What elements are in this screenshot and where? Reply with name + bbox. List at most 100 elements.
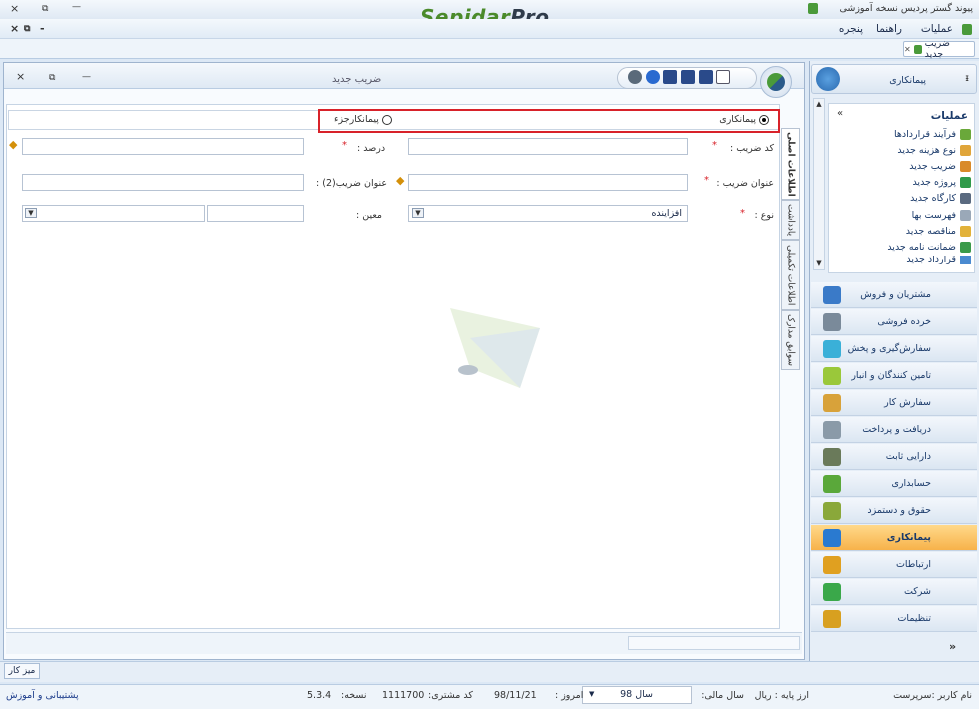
fiscal-year-dropdown-arrow[interactable]: ▼ xyxy=(589,690,594,698)
radio-subcontractor-label: پیمانکارجزء xyxy=(334,114,379,125)
tab-extra-info[interactable]: اطلاعات تکمیلی xyxy=(781,240,800,310)
moin-name-input[interactable] xyxy=(22,205,205,222)
moin-code-input[interactable] xyxy=(207,205,304,222)
moin-dropdown-arrow[interactable]: ▼ xyxy=(25,208,37,218)
ops-scroll-up[interactable]: ▲ xyxy=(815,100,823,110)
module-label: سفارش کار xyxy=(884,397,931,408)
settings-icon xyxy=(823,610,841,628)
child-restore-button[interactable]: ⧉ xyxy=(49,71,55,85)
save-close-icon[interactable] xyxy=(663,70,677,84)
menu-help[interactable]: راهنما xyxy=(876,23,902,35)
ops-item[interactable]: قرارداد جدید xyxy=(906,255,971,264)
tab-main-info[interactable]: اطلاعات اصلی xyxy=(781,128,800,200)
sidebar-header-title: پیمانکاری xyxy=(889,75,926,86)
type-required-mark: * xyxy=(740,208,745,219)
title-input[interactable] xyxy=(408,174,688,191)
tab-notes[interactable]: یادداشت xyxy=(781,200,800,240)
type-select[interactable]: افزاینده xyxy=(408,205,688,222)
ops-collapse-button[interactable]: « xyxy=(837,108,843,119)
status-support-link[interactable]: پشتیبانی و آموزش xyxy=(6,690,79,701)
status-customer-code-label: کد مشتری: xyxy=(428,690,473,701)
module-suppliers[interactable]: تامین کنندگان و انبار xyxy=(811,363,977,389)
module-fixed-asset[interactable]: دارایی ثابت xyxy=(811,444,977,470)
ops-item[interactable]: نوع هزینه جدید xyxy=(897,142,971,158)
document-tab-bar xyxy=(0,39,979,59)
module-label: سفارش‌گیری و پخش xyxy=(847,343,931,354)
app-close-button[interactable]: × xyxy=(10,2,19,16)
ops-scroll-down[interactable]: ▼ xyxy=(815,259,823,269)
save-icon[interactable] xyxy=(699,70,713,84)
module-communications[interactable]: ارتباطات xyxy=(811,552,977,578)
menu-window[interactable]: پنجره xyxy=(839,23,863,35)
radio-contractor-label: پیمانکاری xyxy=(719,114,756,125)
tab-new-coefficient[interactable]: ✕ ضریب جدید xyxy=(903,38,975,60)
contracting-icon xyxy=(823,529,841,547)
module-settings[interactable]: تنظیمات xyxy=(811,606,977,632)
module-company[interactable]: شرکت xyxy=(811,579,977,605)
percent-lookup-icon[interactable]: ◆ xyxy=(9,138,17,151)
module-work-order[interactable]: سفارش کار xyxy=(811,390,977,416)
help-icon[interactable] xyxy=(646,70,660,84)
module-retail[interactable]: خرده فروشی xyxy=(811,309,977,335)
desk-button[interactable]: میز کار xyxy=(4,663,40,679)
pin-icon[interactable]: ᵻ xyxy=(965,73,969,84)
child-minimize-button[interactable]: — xyxy=(82,70,91,84)
type-dropdown-arrow[interactable]: ▼ xyxy=(412,208,424,218)
module-order[interactable]: سفارش‌گیری و پخش xyxy=(811,336,977,362)
price-list-icon xyxy=(960,209,971,221)
tab-close-icon[interactable]: ✕ xyxy=(904,45,911,54)
ops-item[interactable]: فرآیند قراردادها xyxy=(894,126,971,142)
code-input[interactable] xyxy=(408,138,688,155)
ops-item[interactable]: ضمانت نامه جدید xyxy=(887,239,971,255)
print-icon[interactable] xyxy=(628,70,642,84)
radio-subcontractor-dot[interactable] xyxy=(381,114,392,125)
mdi-close-button[interactable]: × xyxy=(10,22,19,36)
ops-item-label: پروژه جدید xyxy=(912,177,956,189)
radio-contractor-dot[interactable] xyxy=(759,114,769,125)
mdi-minimize-button[interactable]: - xyxy=(40,22,45,36)
module-contracting[interactable]: پیمانکاری xyxy=(811,525,977,551)
accounting-icon xyxy=(823,475,841,493)
radio-subcontractor[interactable]: پیمانکارجزء xyxy=(334,114,392,125)
module-label: حقوق و دستمزد xyxy=(867,505,931,516)
child-close-button[interactable]: × xyxy=(16,70,25,84)
menu-operations[interactable]: عملیات xyxy=(921,23,953,35)
fiscal-year-select[interactable]: سال 98 ▼ xyxy=(582,686,692,704)
ops-item[interactable]: کارگاه جدید xyxy=(910,191,971,207)
module-payroll[interactable]: حقوق و دستمزد xyxy=(811,498,977,524)
ops-item[interactable]: ضریب جدید xyxy=(909,158,971,174)
code-required-mark: * xyxy=(712,140,717,151)
ops-item-label: مناقصه جدید xyxy=(905,225,956,237)
radio-contractor[interactable]: پیمانکاری xyxy=(719,114,769,125)
tab-label: ضریب جدید xyxy=(924,38,950,60)
app-restore-button[interactable]: ⧉ xyxy=(42,2,48,16)
module-payment[interactable]: دریافت و پرداخت xyxy=(811,417,977,443)
mdi-restore-button[interactable]: ⧉ xyxy=(24,22,30,36)
percent-label: درصد : xyxy=(357,143,386,154)
ops-item[interactable]: مناقصه جدید xyxy=(906,223,971,239)
ops-scrollbar[interactable] xyxy=(813,98,825,270)
ops-item-label: قرارداد جدید xyxy=(906,255,956,264)
tab-document-history[interactable]: سوابق مدارک xyxy=(781,310,800,370)
module-label: حسابداری xyxy=(891,478,931,489)
ops-item[interactable]: پروژه جدید xyxy=(912,175,971,191)
save-as-icon[interactable] xyxy=(681,70,695,84)
module-label: دارایی ثابت xyxy=(885,451,931,462)
moin-label: معین : xyxy=(356,210,382,221)
status-fiscal-year-label: سال مالی: xyxy=(701,690,744,701)
work-order-icon xyxy=(823,394,841,412)
title2-input[interactable] xyxy=(22,174,304,191)
new-doc-icon[interactable] xyxy=(716,70,730,84)
module-customers[interactable]: مشتریان و فروش xyxy=(811,282,977,308)
module-accounting[interactable]: حسابداری xyxy=(811,471,977,497)
module-label: مشتریان و فروش xyxy=(860,289,931,300)
contracting-header-icon xyxy=(816,67,840,91)
app-minimize-button[interactable]: — xyxy=(72,0,81,14)
title2-label: عنوان ضریب(2) : xyxy=(316,178,388,189)
ops-item[interactable]: فهرست بها xyxy=(912,207,971,223)
suppliers-icon xyxy=(823,367,841,385)
percent-input[interactable] xyxy=(22,138,304,155)
retail-icon xyxy=(823,313,841,331)
title-lookup-icon[interactable]: ◆ xyxy=(396,174,404,187)
sidebar-expand-button[interactable]: » xyxy=(949,640,956,653)
